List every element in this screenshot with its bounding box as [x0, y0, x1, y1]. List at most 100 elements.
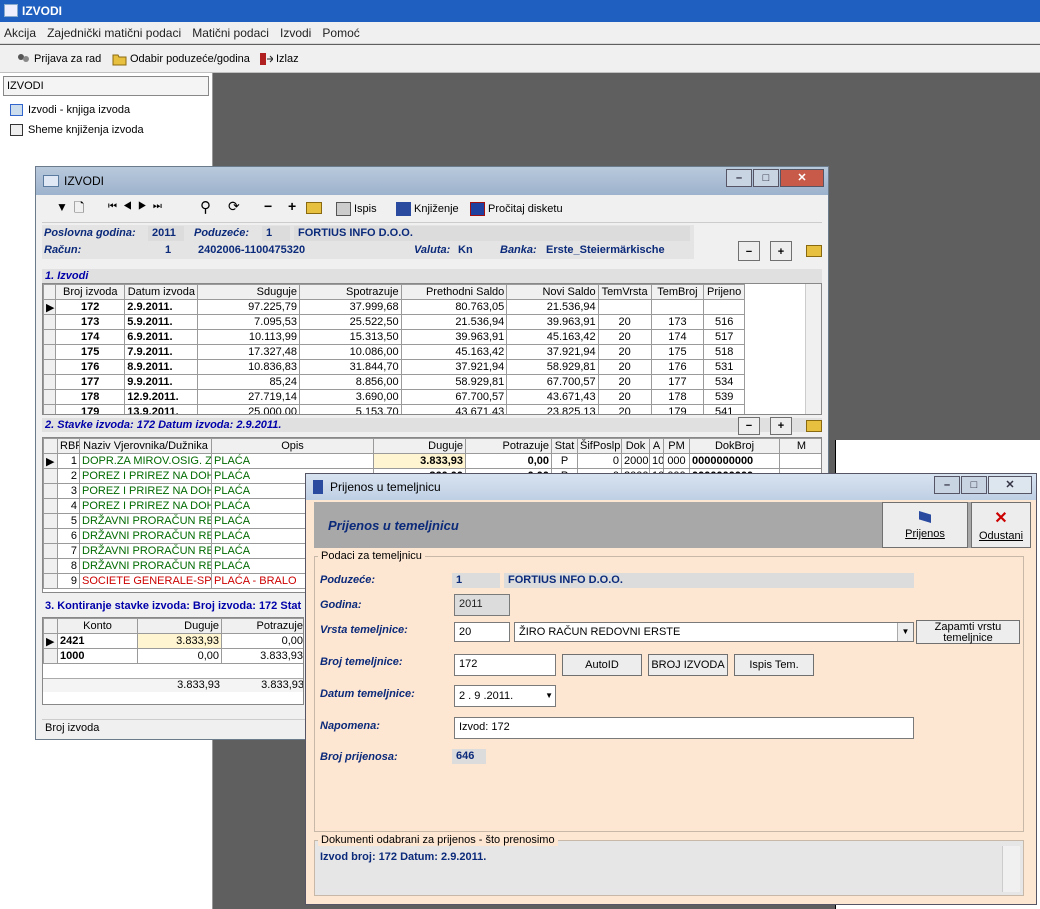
menu-akcija[interactable]: Akcija — [0, 22, 40, 44]
table-cell[interactable]: 37.999,68 — [299, 299, 402, 315]
table-cell[interactable]: 6 — [57, 528, 80, 544]
table-cell[interactable]: 539 — [703, 389, 745, 405]
table-cell[interactable]: 25.522,50 — [299, 314, 402, 330]
table-cell[interactable]: DRŽAVNI PRORAČUN RE — [79, 543, 212, 559]
table-cell[interactable]: 4 — [57, 498, 80, 514]
table-cell[interactable]: 10 — [649, 453, 664, 469]
table-cell[interactable]: 7.9.2011. — [124, 344, 199, 360]
dialog-minimize-button[interactable]: – — [934, 476, 960, 494]
table-row[interactable]: 174 6.9.2011. 10.113,99 15.313,50 39.963,91 4… — [43, 329, 745, 345]
table-cell[interactable]: 3.833,93 — [137, 633, 222, 649]
date-picker[interactable]: 2 . 9 .2011. ▼ — [454, 685, 556, 707]
table-cell[interactable]: 20 — [597, 374, 652, 390]
exit-button[interactable]: Izlaz — [256, 48, 299, 70]
table-cell[interactable]: PLAĆA — [211, 453, 374, 469]
table-cell[interactable]: 43.671,43 — [400, 404, 508, 414]
column-header[interactable]: RBR — [57, 438, 80, 454]
table-cell[interactable]: POREZ I PRIREZ NA DOH — [79, 468, 212, 484]
izvodi-grid-scrollbar[interactable] — [805, 284, 821, 414]
header-plus-button[interactable]: + — [770, 241, 792, 261]
maximize-button[interactable]: □ — [753, 169, 779, 187]
date-dropdown-icon[interactable]: ▼ — [545, 686, 553, 706]
table-cell[interactable]: 9.9.2011. — [124, 374, 199, 390]
table-cell[interactable] — [650, 299, 705, 315]
table-cell[interactable]: 0 — [577, 453, 622, 469]
table-cell[interactable]: 17.327,48 — [197, 344, 300, 360]
login-button[interactable]: Prijava za rad — [14, 48, 101, 70]
table-row[interactable]: ▶ 172 2.9.2011. 97.225,79 37.999,68 80.763,05… — [43, 299, 745, 315]
table-cell[interactable]: 2000 — [621, 453, 650, 469]
table-cell[interactable]: DRŽAVNI PRORAČUN RE — [79, 513, 212, 529]
select-company-button[interactable]: Odabir poduzeće/godina — [110, 48, 250, 70]
table-cell[interactable]: 541 — [703, 404, 745, 414]
table-cell[interactable]: 174 — [55, 329, 126, 345]
table-cell[interactable]: 1 — [57, 453, 80, 469]
table-cell[interactable]: 534 — [703, 374, 745, 390]
table-cell[interactable]: DOPR.ZA MIROV.OSIG. Z — [79, 453, 212, 469]
table-cell[interactable]: 58.929,81 — [400, 374, 508, 390]
table-cell[interactable]: 10.086,00 — [299, 344, 402, 360]
autoid-button[interactable]: AutoID — [562, 654, 642, 676]
post-button[interactable]: Knjiženje — [394, 198, 459, 220]
table-cell[interactable]: 39.963,91 — [506, 314, 599, 330]
menu-zajednicki[interactable]: Zajednički matični podaci — [43, 22, 185, 44]
search-icon[interactable]: ⚲ — [200, 198, 211, 216]
menu-izvodi[interactable]: Izvodi — [276, 22, 315, 44]
table-cell[interactable]: 6.9.2011. — [124, 329, 199, 345]
column-header[interactable]: DokBroj — [689, 438, 780, 454]
table-cell[interactable]: 175 — [55, 344, 126, 360]
izvodi-grid[interactable]: Broj izvoda Datum izvoda Sduguje Spotrazuje… — [42, 283, 822, 415]
column-header[interactable]: Stat — [551, 438, 578, 454]
table-cell[interactable]: 517 — [703, 329, 745, 345]
table-cell[interactable]: 177 — [55, 374, 126, 390]
column-header[interactable]: ŠifPoslp — [577, 438, 622, 454]
menu-maticni[interactable]: Matični podaci — [188, 22, 273, 44]
table-cell[interactable]: 12.9.2011. — [124, 389, 199, 405]
table-cell[interactable]: 27.719,14 — [197, 389, 300, 405]
table-cell[interactable]: 3.833,93 — [221, 648, 303, 664]
table-cell[interactable]: 5 — [57, 513, 80, 529]
table-cell[interactable]: 8.9.2011. — [124, 359, 199, 375]
table-cell[interactable]: 10.113,99 — [197, 329, 300, 345]
table-cell[interactable]: POREZ I PRIREZ NA DOH — [79, 498, 212, 514]
table-cell[interactable] — [703, 299, 745, 315]
menu-pomoc[interactable]: Pomoć — [318, 22, 363, 44]
nav-first-prev-next-last[interactable]: ⏮◀▶⏭ — [108, 201, 168, 212]
table-cell[interactable]: 2421 — [57, 633, 138, 649]
table-cell[interactable]: 67.700,57 — [506, 374, 599, 390]
cancel-button[interactable]: ✕ Odustani — [971, 502, 1031, 548]
table-cell[interactable]: 518 — [703, 344, 745, 360]
table-cell[interactable]: 3.833,93 — [373, 453, 466, 469]
table-cell[interactable]: 21.536,94 — [506, 299, 599, 315]
column-header[interactable]: Spotrazuje — [299, 284, 402, 300]
table-cell[interactable]: 37.921,94 — [400, 359, 508, 375]
table-cell[interactable]: 172 — [55, 299, 126, 315]
table-row[interactable]: 177 9.9.2011. 85,24 8.856,00 58.929,81 67.700… — [43, 374, 745, 390]
column-header[interactable]: Prethodni Saldo — [400, 284, 508, 300]
table-cell[interactable]: 13.9.2011. — [124, 404, 199, 414]
table-row[interactable]: ▶ 2421 3.833,93 0,00 — [43, 633, 303, 649]
transfer-button[interactable]: Prijenos — [882, 502, 968, 548]
table-cell[interactable]: 31.844,70 — [299, 359, 402, 375]
table-cell[interactable]: 2.9.2011. — [124, 299, 199, 315]
table-cell[interactable]: 173 — [55, 314, 126, 330]
print-preview-icon[interactable]: 🗋 — [74, 199, 84, 221]
stavke-folder-icon[interactable] — [806, 420, 822, 432]
docs-scrollbar[interactable] — [1002, 846, 1020, 892]
column-header[interactable]: Broj izvoda — [55, 284, 126, 300]
table-cell[interactable]: 20 — [597, 329, 652, 345]
table-row[interactable]: 176 8.9.2011. 10.836,83 31.844,70 37.921,94 5… — [43, 359, 745, 375]
dialog-close-button[interactable]: ✕ — [988, 476, 1032, 494]
column-header[interactable]: TemVrsta — [597, 284, 652, 300]
delete-record-icon[interactable]: − — [264, 198, 272, 214]
table-cell[interactable]: 37.921,94 — [506, 344, 599, 360]
column-header[interactable]: Potrazuje — [465, 438, 552, 454]
table-cell[interactable]: 20 — [597, 359, 652, 375]
table-cell[interactable]: DRŽAVNI PRORAČUN RE — [79, 528, 212, 544]
dialog-maximize-button[interactable]: □ — [961, 476, 987, 494]
folder-icon[interactable] — [306, 202, 322, 214]
type-select[interactable]: ŽIRO RAČUN REDOVNI ERSTE ▼ — [514, 622, 914, 642]
table-cell[interactable]: DRŽAVNI PRORAČUN RE — [79, 558, 212, 574]
refresh-icon[interactable]: ⟳ — [228, 198, 240, 215]
table-row[interactable]: 173 5.9.2011. 7.095,53 25.522,50 21.536,94 39… — [43, 314, 745, 330]
